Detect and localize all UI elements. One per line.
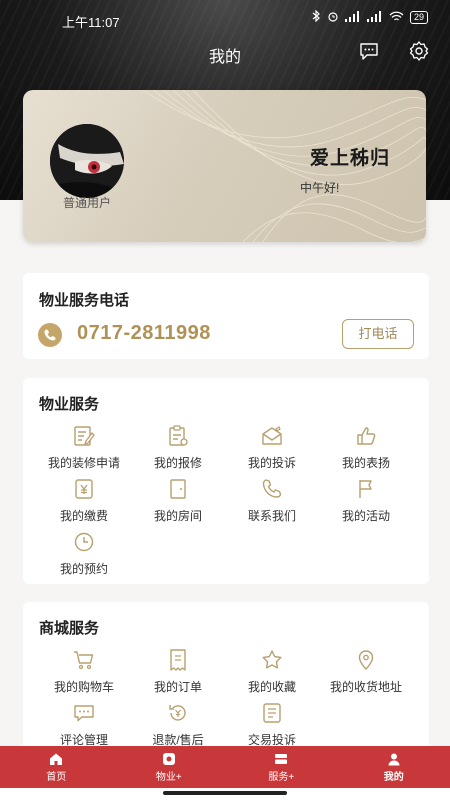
property-services-card: 物业服务 我的装修申请 我的报修 我的投诉 我的表扬 我的缴费 我的房间 联系我…: [23, 378, 429, 584]
grid-item-repair[interactable]: 我的报修: [128, 424, 228, 476]
grid-item-label: 我的预约: [59, 562, 108, 576]
grid-item-label: 我的收货地址: [329, 680, 402, 694]
signal-hd-icon: [366, 10, 383, 25]
chat-bubble-icon: [360, 43, 378, 60]
call-button[interactable]: 打电话: [342, 319, 414, 349]
payment-icon: [75, 479, 93, 499]
tab-home[interactable]: 首页: [0, 746, 113, 788]
tab-mine[interactable]: 我的: [338, 746, 450, 788]
phone-contact-icon: [262, 479, 282, 498]
thumbs-up-icon: [357, 427, 376, 445]
gear-icon: [409, 41, 429, 61]
tab-service[interactable]: 服务+: [225, 746, 338, 788]
grid-item-praise[interactable]: 我的表扬: [316, 424, 416, 476]
status-icons: 29: [312, 9, 428, 25]
flag-icon: [359, 480, 372, 498]
repair-icon: [169, 425, 188, 446]
grid-item-label: 我的房间: [153, 509, 202, 523]
renovation-icon: [74, 426, 95, 446]
tab-label: 首页: [46, 771, 67, 783]
mall-services-title: 商城服务: [39, 620, 100, 637]
message-button[interactable]: [358, 40, 380, 62]
grid-item-renovation[interactable]: 我的装修申请: [34, 424, 134, 476]
status-bar: 上午11:07 29: [0, 0, 450, 38]
comment-icon: [74, 705, 94, 722]
tab-property[interactable]: 物业+: [113, 746, 226, 788]
grid-item-contact[interactable]: 联系我们: [222, 477, 322, 529]
grid-item-label: 我的活动: [341, 509, 390, 523]
room-door-icon: [170, 479, 186, 499]
refund-icon: [169, 705, 186, 721]
grid-item-cart[interactable]: 我的购物车: [34, 648, 134, 700]
user-role: 普通用户: [62, 196, 111, 210]
page-title: 我的: [208, 49, 241, 66]
alarm-icon: [327, 10, 339, 25]
property-services-title: 物业服务: [39, 396, 100, 413]
tab-label: 物业+: [155, 771, 182, 783]
property-icon: [162, 752, 175, 765]
page-header: 我的: [0, 38, 450, 68]
grid-item-label: 我的购物车: [53, 680, 114, 694]
grid-item-label: 我的装修申请: [47, 456, 120, 470]
complaint-icon: [262, 426, 282, 445]
wifi-icon: [389, 11, 404, 25]
avatar-illustration: [50, 124, 124, 198]
phone-number[interactable]: 0717-2811998: [77, 322, 211, 345]
grid-item-appointment[interactable]: 我的预约: [34, 530, 134, 582]
home-indicator[interactable]: [163, 791, 287, 795]
grid-item-activity[interactable]: 我的活动: [316, 477, 416, 529]
grid-item-address[interactable]: 我的收货地址: [316, 648, 416, 700]
phone-section-title: 物业服务电话: [39, 292, 130, 309]
property-phone-card: 物业服务电话 0717-2811998 打电话: [23, 273, 429, 359]
system-home-bar: [0, 788, 450, 800]
phone-icon: [38, 323, 62, 347]
grid-item-payment[interactable]: 我的缴费: [34, 477, 134, 529]
tab-label: 服务+: [268, 771, 295, 783]
grid-item-label: 我的报修: [153, 456, 202, 470]
status-time: 上午11:07: [62, 15, 120, 30]
avatar[interactable]: [50, 124, 124, 198]
grid-item-favorites[interactable]: 我的收藏: [222, 648, 322, 700]
mall-services-card: 商城服务 我的购物车 我的订单 我的收藏 我的收货地址 评论管理 退款/售后 交…: [23, 602, 429, 752]
user-name: 爱上秭归: [309, 148, 390, 169]
signal-icon: [344, 10, 361, 25]
location-pin-icon: [358, 650, 374, 670]
settings-button[interactable]: [408, 40, 430, 62]
grid-item-label: 我的表扬: [341, 456, 390, 470]
trade-complaint-icon: [263, 703, 281, 723]
grid-item-label: 我的收藏: [247, 680, 296, 694]
grid-item-orders[interactable]: 我的订单: [128, 648, 228, 700]
star-icon: [262, 650, 282, 669]
bluetooth-icon: [312, 9, 321, 25]
service-icon: [275, 753, 288, 764]
cart-icon: [74, 651, 94, 670]
battery-indicator: 29: [409, 11, 428, 24]
clock-icon: [74, 532, 94, 552]
receipt-icon: [170, 649, 186, 671]
grid-item-label: 联系我们: [247, 509, 296, 523]
user-icon: [388, 753, 400, 765]
bottom-tab-bar: 首页 物业+ 服务+ 我的: [0, 746, 450, 788]
grid-item-room[interactable]: 我的房间: [128, 477, 228, 529]
grid-item-label: 我的缴费: [59, 509, 108, 523]
grid-item-label: 我的投诉: [247, 456, 296, 470]
grid-item-label: 我的订单: [153, 680, 202, 694]
tab-label: 我的: [383, 771, 404, 783]
profile-card[interactable]: 普通用户 爱上秭归 中午好!: [23, 90, 426, 242]
grid-item-complaint[interactable]: 我的投诉: [222, 424, 322, 476]
home-icon: [50, 753, 63, 765]
greeting-text: 中午好!: [300, 181, 340, 195]
